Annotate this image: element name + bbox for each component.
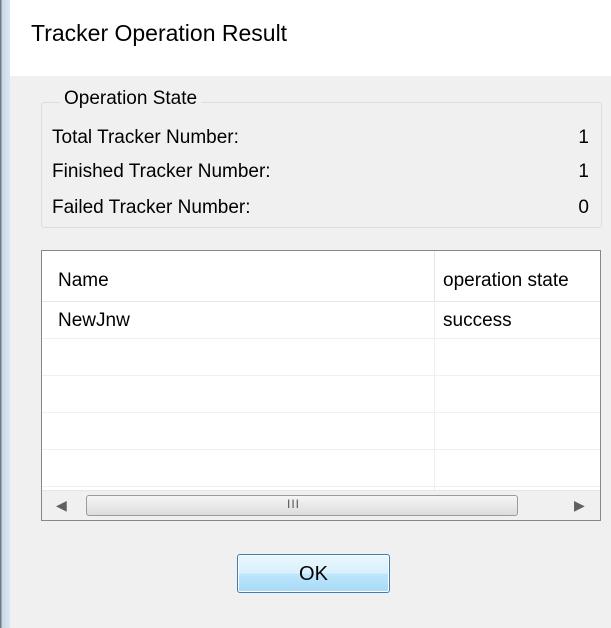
empty-table-row [42,376,600,413]
results-list-view[interactable]: Name operation state NewJnw success ◀ II… [41,250,601,521]
total-tracker-label: Total Tracker Number: [52,127,239,148]
column-header-name[interactable]: Name [58,270,109,292]
empty-table-row [42,413,600,450]
title-bar[interactable]: Tracker Operation Result [10,0,611,76]
table-header: Name operation state [42,251,600,302]
column-gridline [434,301,435,491]
scrollbar-grip-icon: III [287,497,301,511]
horizontal-scrollbar[interactable]: ◀ III ▶ [42,490,600,520]
empty-table-row [42,450,600,487]
ok-button[interactable]: OK [237,554,390,593]
empty-table-row [42,339,600,376]
failed-tracker-value: 0 [578,197,589,218]
dialog-client-area: Operation State Total Tracker Number: 1 … [10,76,611,628]
scroll-right-icon[interactable]: ▶ [574,497,585,514]
finished-tracker-label: Finished Tracker Number: [52,161,271,182]
dialog-window: Tracker Operation Result Operation State… [0,0,611,628]
row-name-cell: NewJnw [58,310,130,331]
operation-state-group-label: Operation State [60,88,202,110]
window-frame [0,0,10,628]
column-divider[interactable] [434,251,435,301]
column-header-operation-state[interactable]: operation state [443,270,569,292]
failed-tracker-label: Failed Tracker Number: [52,197,251,218]
window-title: Tracker Operation Result [31,20,288,46]
scroll-left-icon[interactable]: ◀ [56,497,67,514]
finished-tracker-value: 1 [578,161,589,182]
table-row[interactable]: NewJnw success [42,302,600,339]
total-tracker-value: 1 [578,127,589,148]
row-operation-state-cell: success [443,310,512,331]
scrollbar-thumb[interactable]: III [86,495,518,516]
